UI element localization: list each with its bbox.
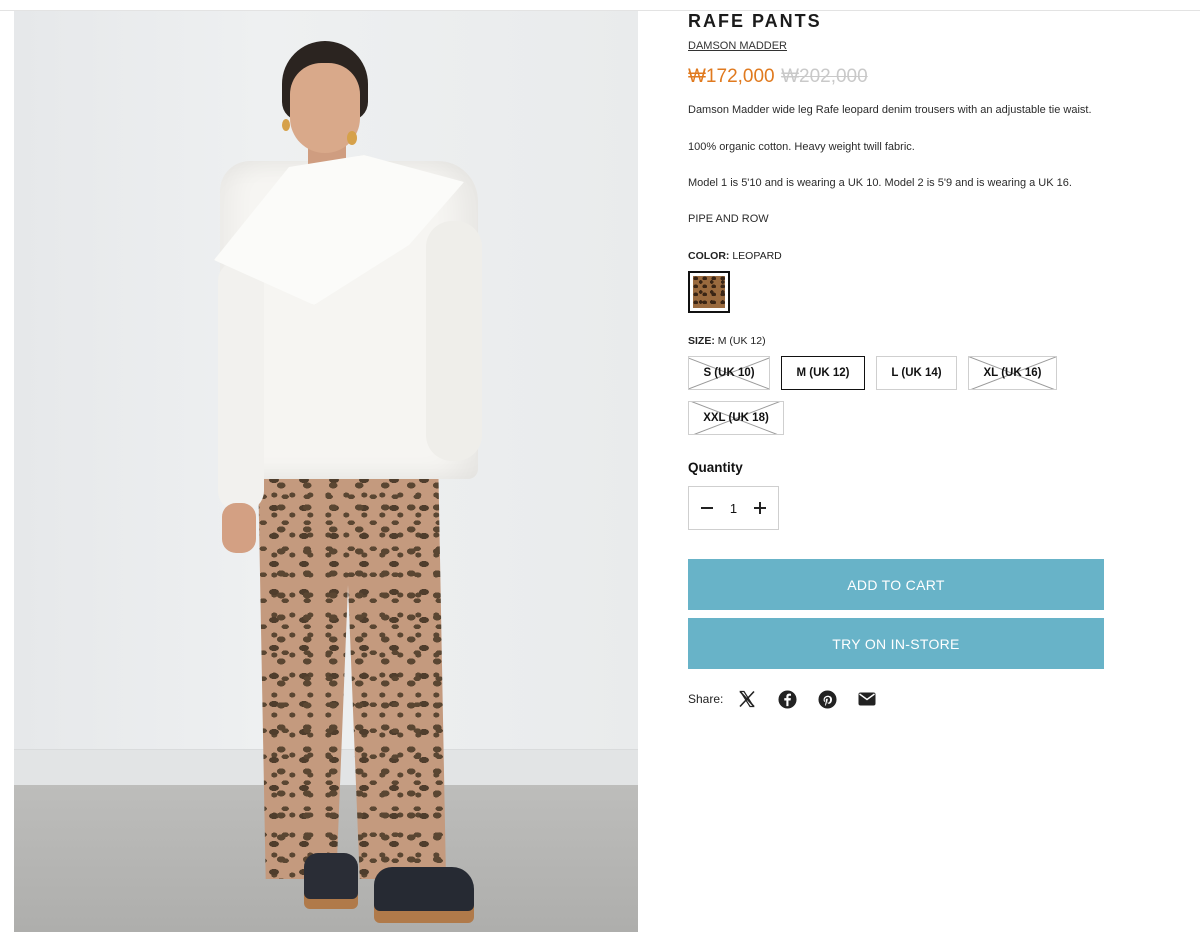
model-hand (222, 503, 256, 553)
product-title: RAFE PANTS (688, 11, 822, 31)
size-option-xl[interactable]: XL (UK 16) (968, 356, 1057, 390)
description-line: Model 1 is 5'10 and is wearing a UK 10. … (688, 177, 1072, 189)
add-to-cart-button[interactable]: ADD TO CART (688, 559, 1104, 610)
color-label-key: COLOR: (688, 250, 730, 262)
color-swatch-leopard[interactable] (688, 271, 730, 313)
size-option-label: S (UK 10) (703, 367, 755, 379)
share-label: Share: (688, 692, 724, 706)
x-icon[interactable] (737, 689, 757, 709)
description-line: 100% organic cotton. Heavy weight twill … (688, 141, 915, 153)
try-on-in-store-button[interactable]: TRY ON IN-STORE (688, 618, 1104, 669)
size-option-m[interactable]: M (UK 12) (781, 356, 865, 390)
product-image[interactable] (14, 11, 638, 932)
vendor-name: PIPE AND ROW (688, 213, 769, 225)
color-label: COLOR: LEOPARD (688, 250, 782, 262)
model-sleeve-right (426, 221, 482, 461)
brand-link[interactable]: DAMSON MADDER (688, 40, 787, 52)
size-option-s[interactable]: S (UK 10) (688, 356, 770, 390)
compare-price: ₩202,000 (781, 66, 868, 87)
quantity-stepper: 1 (688, 486, 779, 530)
size-option-xxl[interactable]: XXL (UK 18) (688, 401, 784, 435)
facebook-icon[interactable] (777, 689, 797, 709)
model-shoe-left (304, 853, 358, 899)
model-shoe-right (374, 867, 474, 911)
model-sleeve-left (218, 261, 264, 511)
sale-price: ₩172,000 (688, 66, 775, 87)
color-selected-value: LEOPARD (732, 250, 782, 262)
size-option-label: XXL (UK 18) (703, 412, 769, 424)
size-option-label: XL (UK 16) (983, 367, 1042, 379)
size-option-l[interactable]: L (UK 14) (876, 356, 957, 390)
share-row: Share: (688, 689, 897, 709)
size-selected-value: M (UK 12) (717, 335, 766, 347)
email-icon[interactable] (857, 689, 877, 709)
model-earring-left (282, 119, 290, 131)
size-option-label: M (UK 12) (796, 367, 850, 379)
model-earring-right (347, 131, 357, 145)
leopard-swatch-pattern (693, 276, 725, 308)
minus-icon[interactable] (699, 500, 715, 516)
plus-icon[interactable] (752, 500, 768, 516)
quantity-value[interactable]: 1 (730, 501, 737, 516)
description-line: Damson Madder wide leg Rafe leopard deni… (688, 104, 1092, 116)
quantity-label: Quantity (688, 460, 743, 475)
price-row: ₩172,000 ₩202,000 (688, 66, 868, 88)
size-label-key: SIZE: (688, 335, 715, 347)
pinterest-icon[interactable] (817, 689, 837, 709)
size-label: SIZE: M (UK 12) (688, 335, 766, 347)
size-option-label: L (UK 14) (891, 367, 942, 379)
